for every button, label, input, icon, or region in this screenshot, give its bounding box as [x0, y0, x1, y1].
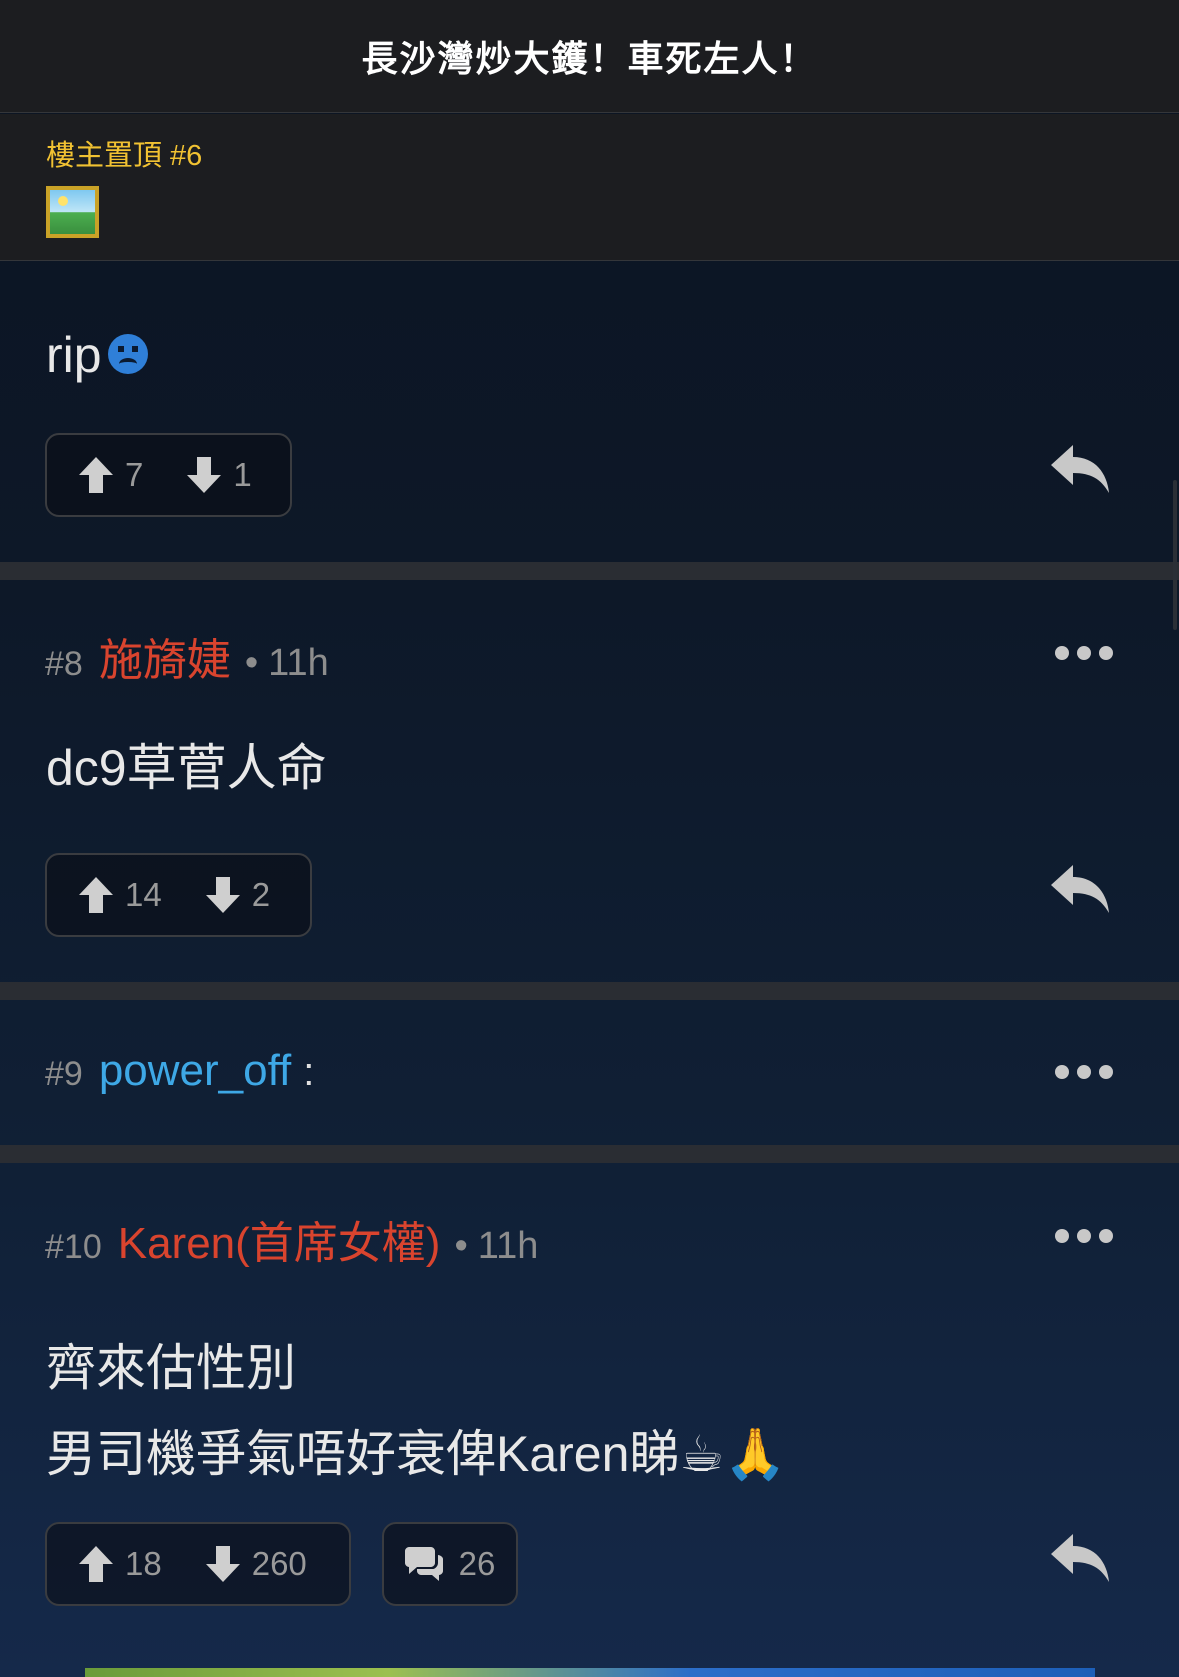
post-number: #9 — [45, 1055, 83, 1093]
reply-icon — [1051, 865, 1109, 913]
thread-title: 長沙灣炒大鑊！車死左人！ — [361, 38, 818, 79]
comments-button[interactable]: 26 — [382, 1522, 518, 1606]
post-text-line: 男司機爭氣唔好衰俾Karen睇☕🙏 — [46, 1426, 787, 1482]
post-time: 11h — [268, 642, 329, 684]
post-time: 11h — [477, 1225, 539, 1267]
username[interactable]: 施旖婕 — [99, 624, 231, 688]
more-options-button[interactable] — [1055, 1229, 1113, 1243]
dot-icon — [1077, 646, 1091, 660]
comment-count: 26 — [458, 1545, 496, 1582]
post-body: dc9草菅人命 — [46, 740, 327, 796]
upvote-count: 14 — [125, 876, 162, 913]
downvote-button[interactable]: 2 — [205, 876, 271, 914]
post-text: rip — [46, 327, 102, 383]
downvote-count: 260 — [251, 1545, 307, 1582]
post-number: #10 — [45, 1228, 102, 1266]
vote-box: 14 2 — [45, 853, 312, 937]
arrow-down-icon — [187, 457, 222, 493]
pinned-banner[interactable]: 樓主置頂 #6 — [0, 114, 1179, 261]
upvote-count: 7 — [125, 456, 144, 493]
upvote-button[interactable]: 18 — [79, 1545, 162, 1583]
username[interactable]: Karen(首席女權) — [118, 1207, 441, 1271]
upvote-button[interactable]: 7 — [79, 456, 143, 494]
meta-separator: • — [244, 642, 259, 684]
meta-separator: • — [454, 1225, 468, 1267]
post-meta: #9 power_off : — [45, 1046, 314, 1096]
dot-icon — [1055, 1229, 1069, 1243]
dot-icon — [1099, 1065, 1113, 1079]
vote-box: 7 1 — [45, 433, 292, 517]
dot-icon — [1099, 646, 1113, 660]
dot-icon — [1055, 1065, 1069, 1079]
post-divider — [0, 1145, 1179, 1163]
dot-icon — [1055, 646, 1069, 660]
reply-icon — [1051, 1534, 1109, 1582]
post-meta: #8 施旖婕 • 11h — [45, 624, 329, 688]
upvote-count: 18 — [125, 1545, 162, 1582]
collapsed-colon: : — [303, 1050, 315, 1094]
arrow-up-icon — [79, 877, 113, 913]
post-8: #8 施旖婕 • 11h dc9草菅人命 14 2 — [0, 580, 1179, 980]
arrow-up-icon — [79, 457, 113, 493]
comment-bubbles-icon — [404, 1547, 443, 1581]
dot-icon — [1077, 1065, 1091, 1079]
downvote-count: 2 — [251, 876, 271, 913]
more-options-button[interactable] — [1055, 646, 1113, 660]
reply-button[interactable] — [1051, 865, 1109, 913]
post-10: #10 Karen(首席女權) • 11h 齊來估性別 男司機爭氣唔好衰俾Kar… — [0, 1163, 1179, 1668]
image-placeholder-icon[interactable] — [46, 186, 99, 238]
downvote-button[interactable]: 260 — [205, 1545, 307, 1583]
post-divider — [0, 982, 1179, 1000]
dot-icon — [1077, 1229, 1091, 1243]
post-text-line: 齊來估性別 — [46, 1340, 296, 1396]
vote-box: 18 260 — [45, 1522, 351, 1606]
upvote-button[interactable]: 14 — [79, 876, 162, 914]
header-bar: 長沙灣炒大鑊！車死左人！ — [0, 0, 1179, 113]
dot-icon — [1099, 1229, 1113, 1243]
downvote-button[interactable]: 1 — [187, 456, 252, 494]
post-9: #9 power_off : — [0, 1000, 1179, 1145]
post-7: rip 7 1 — [0, 262, 1179, 562]
post-meta: #10 Karen(首席女權) • 11h — [45, 1207, 538, 1271]
arrow-down-icon — [205, 877, 240, 913]
pinned-label: 樓主置頂 #6 — [46, 140, 203, 172]
scrollbar-indicator[interactable] — [1173, 480, 1177, 630]
post-divider — [0, 562, 1179, 580]
reply-button[interactable] — [1051, 445, 1109, 493]
arrow-down-icon — [205, 1546, 240, 1582]
post-body: rip — [46, 312, 148, 398]
arrow-up-icon — [79, 1546, 113, 1582]
post-body: 齊來估性別 男司機爭氣唔好衰俾Karen睇☕🙏 — [46, 1325, 787, 1497]
more-options-button[interactable] — [1055, 1065, 1113, 1079]
sad-face-icon — [107, 334, 148, 374]
downvote-count: 1 — [233, 456, 252, 493]
reply-button[interactable] — [1051, 1534, 1109, 1582]
reply-icon — [1051, 445, 1109, 493]
post-number: #8 — [45, 645, 83, 683]
username[interactable]: power_off — [99, 1046, 291, 1096]
banner-image-edge — [85, 1668, 1095, 1677]
